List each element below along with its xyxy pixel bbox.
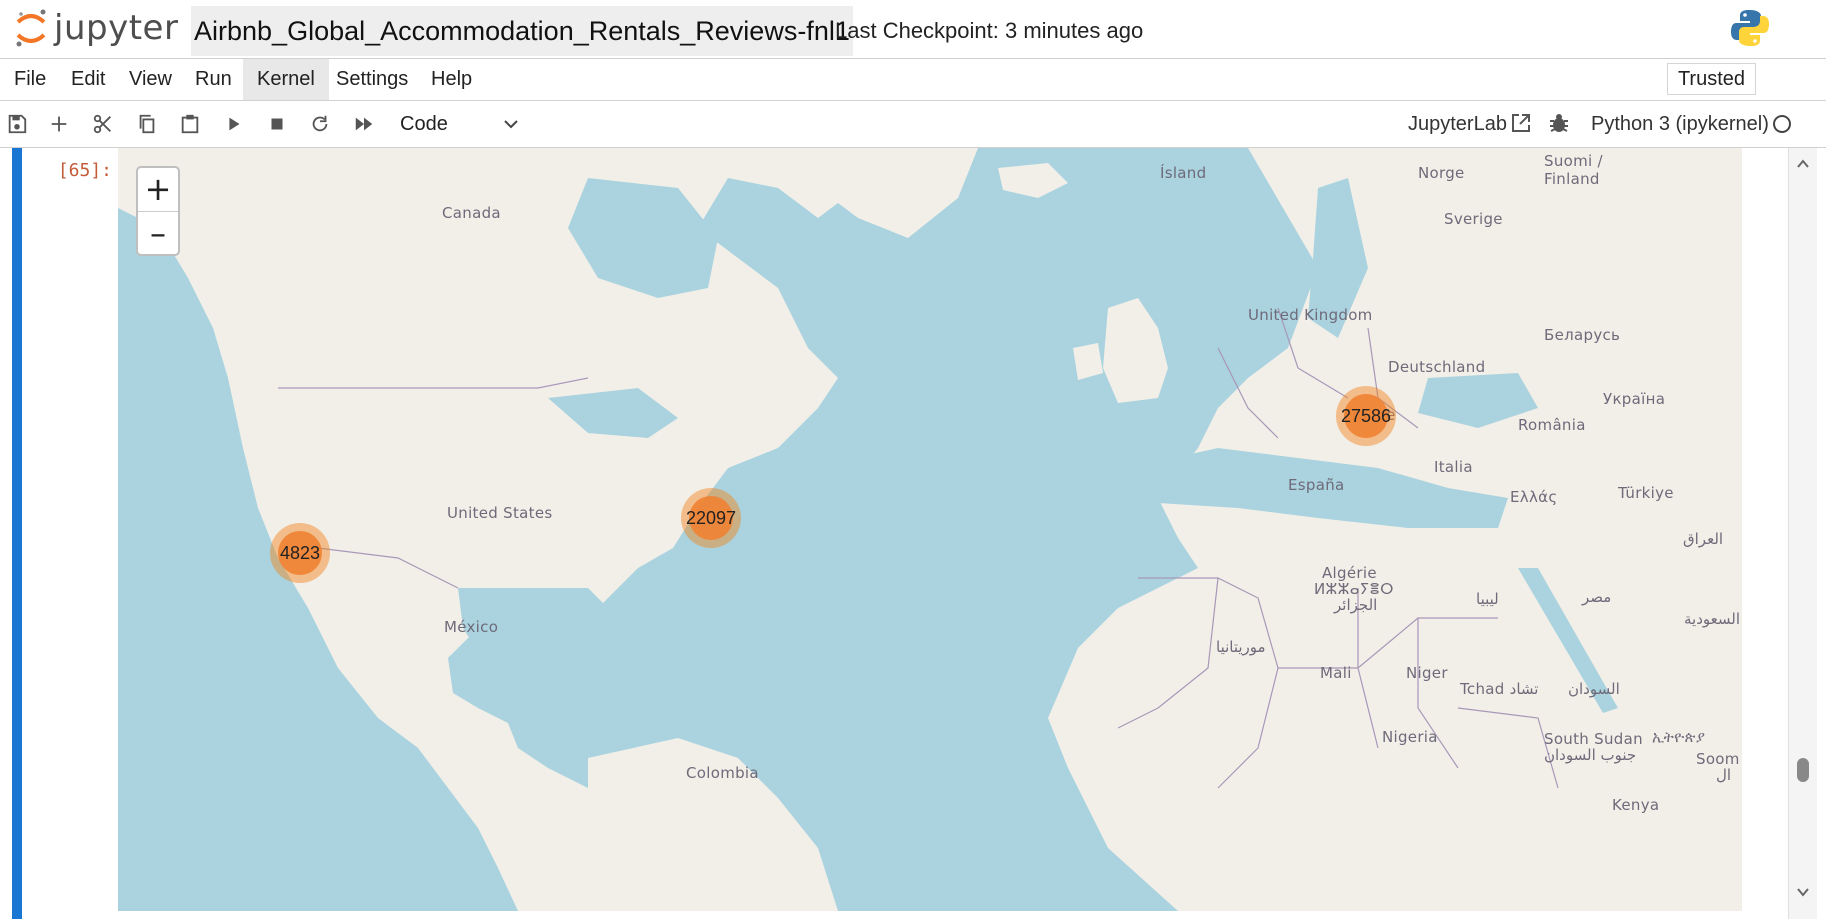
map-label-uk: United Kingdom: [1248, 306, 1373, 324]
run-all-icon: [355, 117, 373, 131]
top-bar: jupyter Airbnb_Global_Accommodation_Rent…: [0, 0, 1826, 59]
notebook-toolbar: Code JupyterLab Python 3 (ipykernel): [0, 101, 1826, 148]
map-tiles[interactable]: [118, 148, 1742, 911]
map-label-somalia-ar: ال: [1716, 766, 1732, 784]
map-label-ukraina: Україна: [1603, 390, 1666, 408]
map-label-kenya: Kenya: [1612, 796, 1660, 814]
zoom-out-button[interactable]: –: [138, 212, 178, 255]
map-label-canada: Canada: [442, 204, 501, 222]
cluster-count: 4823: [278, 531, 322, 575]
map-label-romania: România: [1518, 416, 1586, 434]
scroll-thumb[interactable]: [1797, 758, 1809, 782]
map-label-libya: ليبيا: [1476, 590, 1499, 608]
notebook-area: [65]: + – Canada Ísland Norge Suomi / Fi…: [0, 148, 1826, 919]
add-cell-button[interactable]: [44, 109, 74, 139]
folium-map[interactable]: + – Canada Ísland Norge Suomi / Finland …: [118, 148, 1742, 911]
map-label-us: United States: [447, 504, 553, 522]
chevron-down-icon: [504, 120, 518, 129]
python-logo-icon: [1731, 10, 1769, 46]
paste-button[interactable]: [175, 109, 205, 139]
save-icon: [8, 114, 27, 134]
jupyter-logo[interactable]: jupyter: [14, 6, 178, 50]
trusted-indicator[interactable]: Trusted: [1666, 63, 1756, 95]
logo-text: jupyter: [54, 8, 179, 48]
jupyter-logo-icon: [16, 9, 46, 47]
add-cell-icon: [51, 116, 67, 132]
cell-type-value: Code: [400, 113, 448, 135]
map-label-ellas: Ελλάς: [1510, 488, 1558, 506]
paste-icon: [181, 114, 199, 134]
kernel-status-icon: [1773, 115, 1791, 133]
menu-kernel[interactable]: Kernel: [243, 59, 329, 100]
map-label-mexico: México: [444, 618, 499, 636]
map-label-ethiopia: ኢትዮጵያ: [1652, 728, 1706, 746]
map-label-turkiye: Türkiye: [1618, 484, 1674, 502]
marker-cluster-europe[interactable]: 27586: [1336, 386, 1396, 446]
map-label-island: Ísland: [1160, 164, 1207, 182]
kernel-name[interactable]: Python 3 (ipykernel): [1591, 109, 1769, 139]
map-label-tchad: Tchad تشاد: [1460, 680, 1539, 698]
menu-bar: File Edit View Run Kernel Settings Help …: [0, 59, 1826, 101]
zoom-in-button[interactable]: +: [138, 168, 178, 212]
marker-cluster-east[interactable]: 22097: [681, 488, 741, 548]
scroll-up-icon[interactable]: [1796, 158, 1810, 170]
run-all-button[interactable]: [349, 109, 379, 139]
menu-view[interactable]: View: [115, 59, 186, 100]
stop-icon: [271, 118, 283, 130]
vertical-scrollbar[interactable]: [1788, 148, 1817, 919]
map-label-iraq: العراق: [1683, 530, 1724, 548]
map-label-suomi: Suomi /: [1544, 152, 1603, 170]
marker-cluster-west[interactable]: 4823: [270, 523, 330, 583]
map-label-mali: Mali: [1320, 664, 1352, 682]
menu-help[interactable]: Help: [417, 59, 486, 100]
map-label-niger: Niger: [1406, 664, 1448, 682]
menu-file[interactable]: File: [0, 59, 60, 100]
run-button[interactable]: [219, 109, 249, 139]
map-label-norge: Norge: [1418, 164, 1465, 182]
map-label-sverige: Sverige: [1444, 210, 1503, 228]
map-label-espana: España: [1288, 476, 1345, 494]
map-label-belarus: Беларусь: [1544, 326, 1621, 344]
map-label-south-sudan-ar: جنوب السودان: [1544, 746, 1637, 764]
map-label-saudi: السعودية: [1684, 610, 1741, 628]
cut-icon: [93, 114, 111, 134]
external-link-icon[interactable]: [1510, 112, 1532, 134]
restart-button[interactable]: [305, 109, 335, 139]
map-label-colombia: Colombia: [686, 764, 759, 782]
menu-run[interactable]: Run: [181, 59, 246, 100]
map-label-sudan: السودان: [1568, 680, 1620, 698]
menu-edit[interactable]: Edit: [57, 59, 119, 100]
jupyterlab-link[interactable]: JupyterLab: [1408, 109, 1507, 139]
notebook-title[interactable]: Airbnb_Global_Accommodation_Rentals_Revi…: [191, 6, 853, 56]
save-button[interactable]: [2, 109, 32, 139]
map-label-italia: Italia: [1434, 458, 1473, 476]
copy-icon: [139, 114, 155, 134]
cell-prompt: [65]:: [57, 160, 112, 181]
checkpoint-status: Last Checkpoint: 3 minutes ago: [835, 18, 1144, 43]
map-label-mauritania: موريتانيا: [1216, 638, 1266, 656]
zoom-control: + –: [136, 166, 180, 256]
cluster-count: 22097: [686, 496, 736, 540]
cluster-count: 27586: [1341, 394, 1391, 438]
stop-button[interactable]: [262, 109, 292, 139]
restart-icon: [312, 115, 328, 132]
menu-settings[interactable]: Settings: [322, 59, 422, 100]
map-label-algerie-ar: الجزائر: [1334, 596, 1378, 614]
copy-button[interactable]: [132, 109, 162, 139]
map-label-deutschland: Deutschland: [1388, 358, 1486, 376]
active-cell-indicator[interactable]: [12, 148, 22, 919]
scroll-down-icon[interactable]: [1796, 886, 1810, 898]
map-label-nigeria: Nigeria: [1382, 728, 1438, 746]
run-icon: [229, 117, 240, 131]
map-label-finland: Finland: [1544, 170, 1600, 188]
debugger-bug-icon[interactable]: [1548, 112, 1570, 134]
cell-type-select[interactable]: Code: [400, 109, 520, 139]
map-label-misr: مصر: [1582, 588, 1612, 606]
cut-button[interactable]: [88, 109, 118, 139]
